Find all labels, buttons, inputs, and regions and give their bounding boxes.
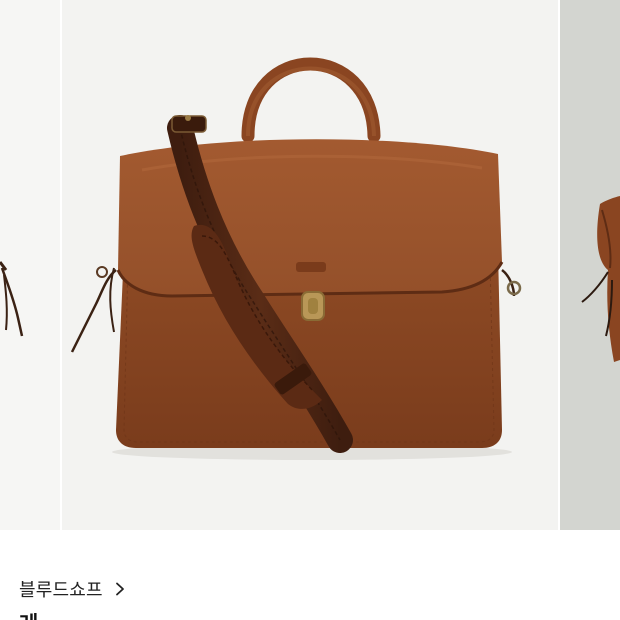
previous-product-image[interactable] (0, 0, 60, 530)
product-detail-page: 블루드쇼프 레 … (0, 0, 620, 620)
chevron-right-icon (115, 582, 124, 596)
product-image-carousel[interactable] (0, 0, 620, 530)
product-info-section: 블루드쇼프 레 … (0, 530, 620, 620)
brand-link[interactable]: 블루드쇼프 (19, 576, 127, 602)
product-title: 레 … (19, 610, 609, 620)
brand-name: 블루드쇼프 (19, 580, 103, 601)
next-product-image[interactable] (560, 0, 620, 530)
leather-briefcase-main-image[interactable] (62, 0, 558, 530)
